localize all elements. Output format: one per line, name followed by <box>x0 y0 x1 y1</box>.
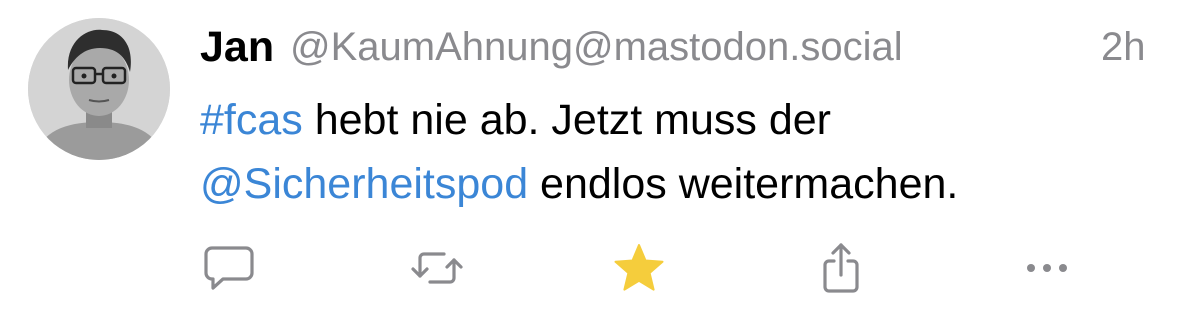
speech-bubble-icon <box>204 246 254 290</box>
boost-button[interactable] <box>407 238 467 298</box>
content-line-2: @Sicherheitspod endlos weitermachen. <box>200 152 1140 216</box>
favourite-button[interactable] <box>609 238 669 298</box>
mention-link[interactable]: @Sicherheitspod <box>200 160 528 208</box>
action-bar <box>0 238 1179 298</box>
content-text: hebt nie ab. Jetzt muss der <box>302 96 832 144</box>
reply-button[interactable] <box>199 238 259 298</box>
avatar-photo <box>28 18 170 160</box>
post-timestamp: 2h <box>1101 25 1146 69</box>
post-card[interactable]: Jan @KaumAhnung@mastodon.social 2h #fcas… <box>0 0 1179 332</box>
share-button[interactable] <box>811 238 871 298</box>
more-button[interactable] <box>1017 238 1077 298</box>
author-display-name[interactable]: Jan <box>200 22 274 72</box>
repeat-arrows-icon <box>411 252 463 284</box>
hashtag-link[interactable]: #fcas <box>200 96 303 144</box>
post-content: #fcas hebt nie ab. Jetzt muss der @Siche… <box>200 88 1140 216</box>
content-text: endlos weitermachen. <box>528 160 959 208</box>
avatar[interactable] <box>28 18 170 160</box>
ellipsis-icon <box>1027 264 1067 272</box>
post-header: Jan @KaumAhnung@mastodon.social <box>200 22 1150 72</box>
share-icon <box>823 243 859 293</box>
content-line-1: #fcas hebt nie ab. Jetzt muss der <box>200 88 1140 152</box>
star-icon <box>614 244 664 291</box>
author-handle[interactable]: @KaumAhnung@mastodon.social <box>290 22 903 72</box>
